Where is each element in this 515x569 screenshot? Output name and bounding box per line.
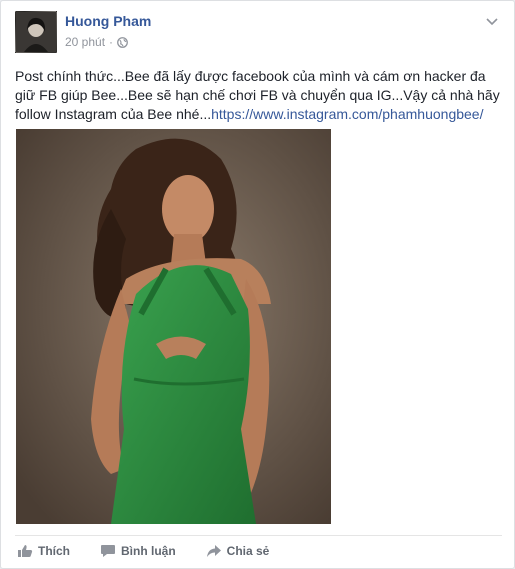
meta-separator: · xyxy=(109,35,114,49)
globe-icon[interactable] xyxy=(117,36,128,48)
avatar-image xyxy=(16,12,56,52)
comment-button[interactable]: Bình luận xyxy=(100,544,176,558)
author-name[interactable]: Huong Pham xyxy=(65,13,151,29)
avatar[interactable] xyxy=(15,11,57,53)
share-label: Chia sẻ xyxy=(226,544,270,558)
like-label: Thích xyxy=(38,544,70,558)
comment-label: Bình luận xyxy=(121,544,176,558)
post-meta: 20 phút · xyxy=(65,35,128,49)
post-actions: Thích Bình luận Chia sẻ xyxy=(15,535,502,566)
like-button[interactable]: Thích xyxy=(17,544,70,558)
comment-icon xyxy=(101,545,115,557)
post-text: Post chính thức...Bee đã lấy được facebo… xyxy=(15,67,503,124)
chevron-down-icon[interactable] xyxy=(485,17,499,27)
post-card: Huong Pham 20 phút · Post chính thức...B… xyxy=(0,0,515,569)
share-button[interactable]: Chia sẻ xyxy=(206,544,270,558)
share-arrow-icon xyxy=(206,545,221,557)
instagram-link[interactable]: https://www.instagram.com/phamhuongbee/ xyxy=(211,106,483,122)
post-header: Huong Pham 20 phút · xyxy=(15,11,505,55)
post-time[interactable]: 20 phút xyxy=(65,35,105,49)
thumbs-up-icon xyxy=(18,545,33,557)
post-photo[interactable] xyxy=(16,129,331,524)
photo-image xyxy=(16,129,331,524)
